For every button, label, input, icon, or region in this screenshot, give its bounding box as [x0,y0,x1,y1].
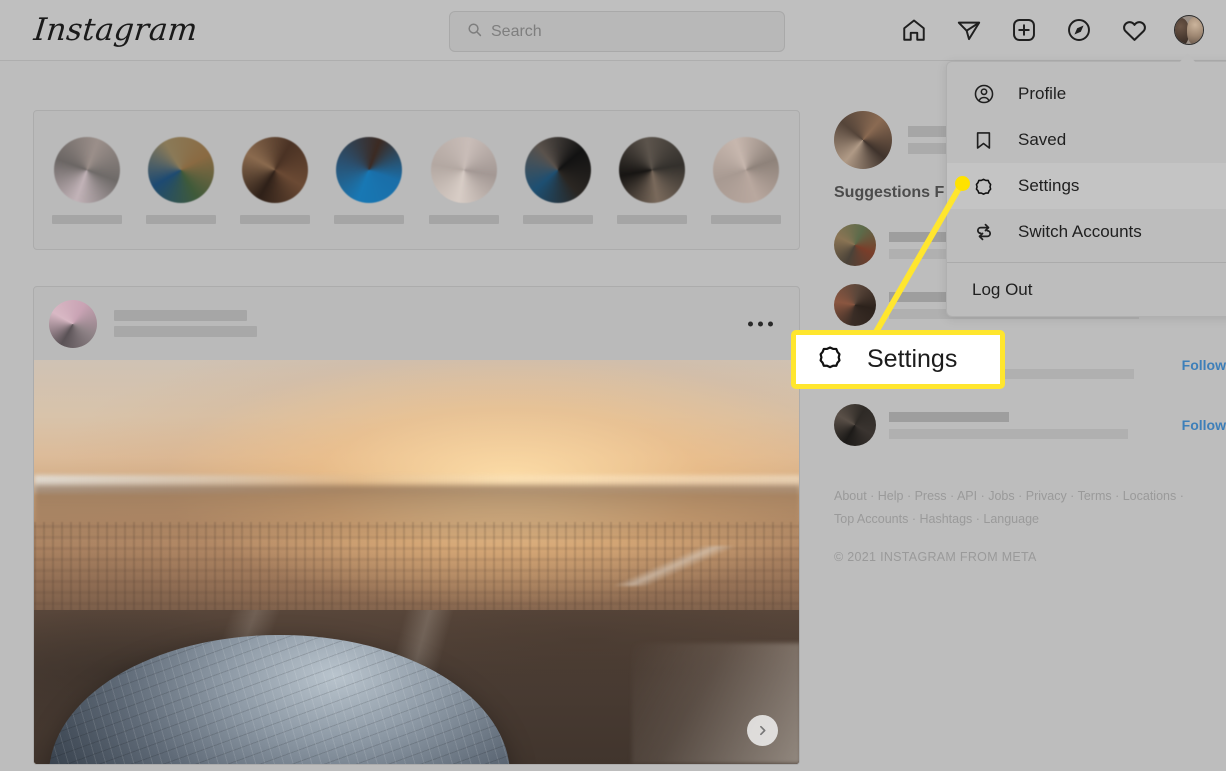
search-placeholder: Search [491,22,542,40]
instagram-web-app: Instagram Search Suggestions F Follow Fo… [0,0,1226,771]
direct-messages-icon[interactable] [948,9,990,51]
story-username-blurred [710,214,781,224]
feed-column [33,110,800,765]
nav-icon-group [893,9,1210,51]
search-input[interactable]: Search [449,11,785,52]
menu-item-switch-accounts[interactable]: Switch Accounts [947,209,1226,255]
menu-item-label: Saved [1018,130,1067,149]
story-item[interactable] [332,136,406,224]
annotation-callout-settings: Settings [791,330,1005,389]
callout-label: Settings [867,345,958,373]
more-options-icon[interactable] [748,321,773,326]
menu-item-label: Profile [1018,84,1067,103]
copyright-text: © 2021 INSTAGRAM FROM META [834,550,1037,564]
story-username-blurred [616,214,687,224]
menu-item-label: Settings [1018,176,1080,195]
profile-dropdown-menu: Profile Saved Settings Switch Accounts L… [946,53,1226,317]
person-circle-icon [972,83,995,106]
follow-button[interactable]: Follow [1174,417,1226,433]
story-item[interactable] [144,136,218,224]
gear-cog-icon [972,175,995,198]
follow-button[interactable]: Follow [1174,357,1226,373]
gear-cog-icon [816,343,844,376]
story-item[interactable] [709,136,783,224]
story-username-blurred [240,214,311,224]
menu-item-saved[interactable]: Saved [947,117,1226,163]
home-icon[interactable] [893,9,935,51]
avatar[interactable] [1168,9,1210,51]
story-username-blurred [522,214,593,224]
post-author-avatar[interactable] [49,299,97,348]
story-username-blurred [334,214,405,224]
suggestion-avatar[interactable] [834,284,876,326]
menu-item-log-out[interactable]: Log Out [947,263,1226,316]
sidebar-footer-links: About · Help · Press · API · Jobs · Priv… [834,485,1226,531]
switch-arrows-icon [972,221,995,244]
annotation-anchor-dot [955,176,970,191]
photo-spire-layer [570,545,771,587]
menu-item-profile[interactable]: Profile [947,71,1226,117]
post-header [34,287,799,360]
menu-item-settings[interactable]: Settings [947,163,1226,209]
instagram-logo[interactable]: Instagram [32,12,199,48]
current-user-avatar[interactable] [834,111,892,169]
story-item[interactable] [521,136,595,224]
footer-links-line-2[interactable]: Top Accounts · Hashtags · Language [834,508,1226,531]
story-username-blurred [146,214,217,224]
story-username-blurred [428,214,499,224]
feed-post [33,286,800,765]
bookmark-icon [972,129,995,152]
story-username-blurred [52,214,123,224]
story-item[interactable] [238,136,312,224]
carousel-next-button[interactable] [747,715,778,746]
activity-heart-icon[interactable] [1113,9,1155,51]
story-item[interactable] [615,136,689,224]
menu-item-label: Switch Accounts [1018,222,1142,241]
search-icon [467,22,482,42]
top-navigation-bar: Instagram Search [0,0,1226,61]
post-image[interactable] [34,360,799,764]
suggestion-avatar[interactable] [834,404,876,446]
new-post-icon[interactable] [1003,9,1045,51]
photo-river-layer [632,642,799,764]
menu-item-label: Log Out [972,279,1033,299]
explore-compass-icon[interactable] [1058,9,1100,51]
story-item[interactable] [427,136,501,224]
suggestion-name-blurred [889,411,1161,439]
suggestion-avatar[interactable] [834,224,876,266]
post-author-name-blurred [114,310,257,337]
list-item[interactable]: Follow [834,395,1226,455]
footer-links-line-1[interactable]: About · Help · Press · API · Jobs · Priv… [834,485,1226,508]
story-item[interactable] [50,136,124,224]
chevron-right-icon [760,725,766,736]
stories-tray[interactable] [33,110,800,250]
